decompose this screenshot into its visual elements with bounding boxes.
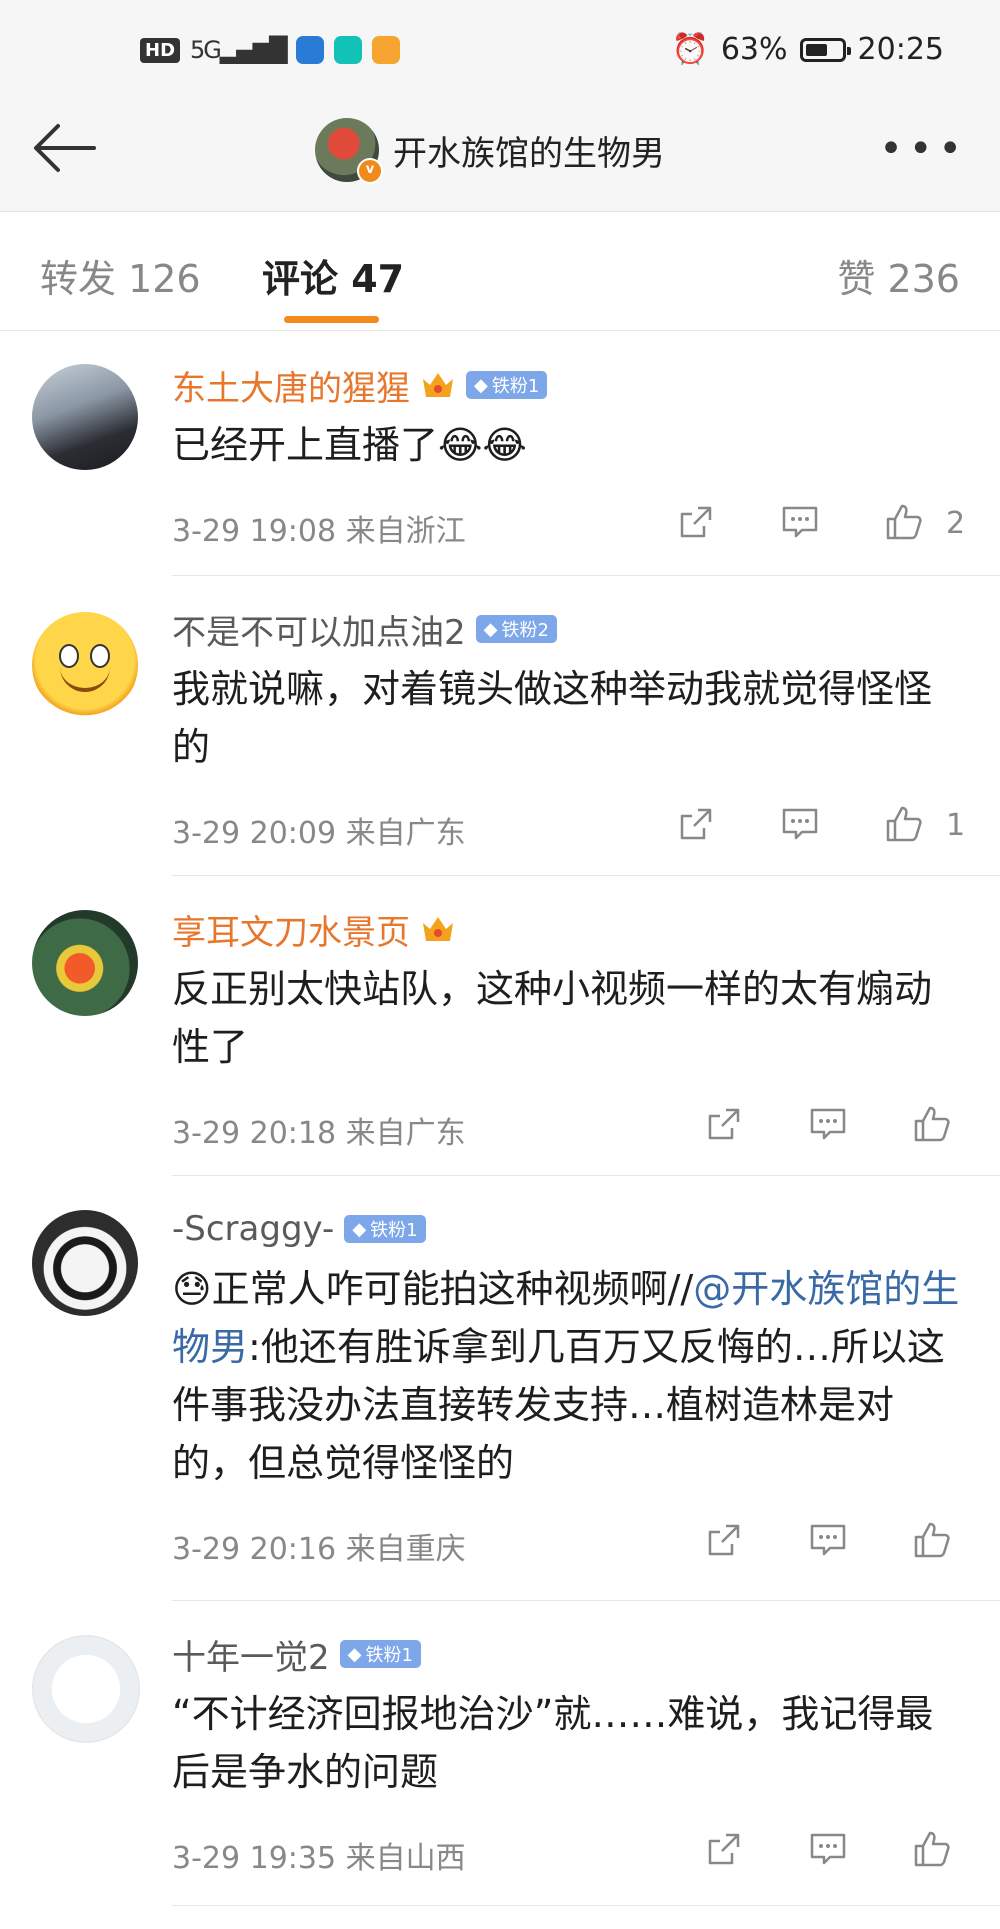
share-icon[interactable] xyxy=(676,502,716,542)
comment-text: “不计经济回报地治沙”就……难说，我记得最后是争水的问题 xyxy=(172,1692,934,1794)
app-notification-icon xyxy=(295,36,324,64)
divider xyxy=(172,1600,1000,1601)
share-icon[interactable] xyxy=(704,1829,744,1869)
username[interactable]: -Scraggy- xyxy=(172,1209,334,1249)
like-icon[interactable] xyxy=(912,1104,952,1144)
tab-comments[interactable]: 评论 47 xyxy=(262,248,404,303)
nav-bar: v 开水族馆的生物男 ••• xyxy=(0,96,1000,212)
username[interactable]: 东土大唐的猩猩 xyxy=(172,361,410,410)
crown-icon xyxy=(423,373,453,397)
status-left: HD 5G▂▄▆█ xyxy=(140,36,400,64)
comment-icon[interactable] xyxy=(780,804,820,844)
app-notification-icon xyxy=(333,36,362,64)
page-title: 开水族馆的生物男 xyxy=(393,133,665,174)
share-icon[interactable] xyxy=(704,1520,744,1560)
username[interactable]: 不是不可以加点油2 xyxy=(172,605,466,654)
comment-text: 😓正常人咋可能拍这种视频啊//@开水族馆的生物男:他还有胜诉拿到几百万又反悔的…… xyxy=(172,1267,960,1485)
tab-repost[interactable]: 转发 126 xyxy=(40,248,201,303)
clock: 20:25 xyxy=(857,32,944,67)
divider xyxy=(172,575,1000,576)
comment-text: 我就说嘛，对着镜头做这种举动我就觉得怪怪的 xyxy=(172,667,933,769)
hd-indicator: HD xyxy=(140,37,181,63)
status-bar: HD 5G▂▄▆█ ⏰ 63% 20:25 xyxy=(0,0,1000,96)
diamond-icon: ◆ xyxy=(352,1218,367,1240)
like-icon[interactable] xyxy=(912,1829,952,1869)
divider xyxy=(172,1175,1000,1176)
status-right: ⏰ 63% 20:25 xyxy=(671,32,944,67)
comment-text: 反正别太快站队，这种小视频一样的太有煽动性了 xyxy=(172,967,933,1069)
username[interactable]: 享耳文刀水景页 xyxy=(172,905,410,954)
verified-badge: v xyxy=(357,158,383,184)
signal-icon: 5G▂▄▆█ xyxy=(190,36,288,64)
comment-time: 3-29 19:35 来自山西 xyxy=(172,1841,466,1876)
back-arrow-icon[interactable] xyxy=(28,118,98,178)
like-icon[interactable] xyxy=(912,1520,952,1560)
avatar[interactable] xyxy=(32,910,138,1016)
smiley-mouth xyxy=(60,662,110,692)
divider xyxy=(172,875,1000,876)
diamond-icon: ◆ xyxy=(474,374,488,396)
tab-bar: 转发 126 评论 47 赞 236 xyxy=(0,212,1000,331)
comment-time: 3-29 20:18 来自广东 xyxy=(172,1116,466,1151)
comment-icon[interactable] xyxy=(808,1104,848,1144)
comment-icon[interactable] xyxy=(780,502,820,542)
more-options-icon[interactable]: ••• xyxy=(879,129,968,169)
avatar[interactable] xyxy=(32,1210,138,1316)
alarm-icon: ⏰ xyxy=(671,32,709,67)
battery-percent: 63% xyxy=(720,32,788,67)
active-tab-indicator xyxy=(284,316,379,323)
comment-time: 3-29 20:16 来自重庆 xyxy=(172,1532,466,1567)
diamond-icon: ◆ xyxy=(483,618,498,640)
comment-time: 3-29 19:08 来自浙江 xyxy=(172,514,466,549)
comment-icon[interactable] xyxy=(808,1520,848,1560)
battery-icon xyxy=(799,37,851,62)
avatar[interactable]: v xyxy=(315,118,383,184)
divider xyxy=(172,1905,1000,1906)
like-icon[interactable] xyxy=(884,804,924,844)
crown-icon xyxy=(423,917,453,941)
comment-icon[interactable] xyxy=(808,1829,848,1869)
app-notification-icon xyxy=(371,36,400,64)
avatar[interactable] xyxy=(32,364,138,470)
share-icon[interactable] xyxy=(676,804,716,844)
like-count: 2 xyxy=(946,506,966,541)
username[interactable]: 十年一觉2 xyxy=(172,1630,330,1679)
diamond-icon: ◆ xyxy=(347,1643,362,1665)
fan-badge: ◆ 铁粉1 xyxy=(339,1640,421,1668)
avatar[interactable] xyxy=(32,612,138,718)
fan-badge: ◆ 铁粉2 xyxy=(475,615,557,643)
fan-badge: ◆ 铁粉1 xyxy=(344,1215,426,1243)
comment-text: 已经开上直播了😂😂 xyxy=(172,423,527,467)
fan-badge: ◆ 铁粉1 xyxy=(466,371,548,399)
comment-time: 3-29 20:09 来自广东 xyxy=(172,816,466,851)
like-count: 1 xyxy=(946,808,966,843)
avatar[interactable] xyxy=(32,1635,140,1743)
like-icon[interactable] xyxy=(884,502,924,542)
share-icon[interactable] xyxy=(704,1104,744,1144)
nav-profile[interactable]: v 开水族馆的生物男 xyxy=(315,118,665,184)
tab-likes[interactable]: 赞 236 xyxy=(837,248,960,303)
